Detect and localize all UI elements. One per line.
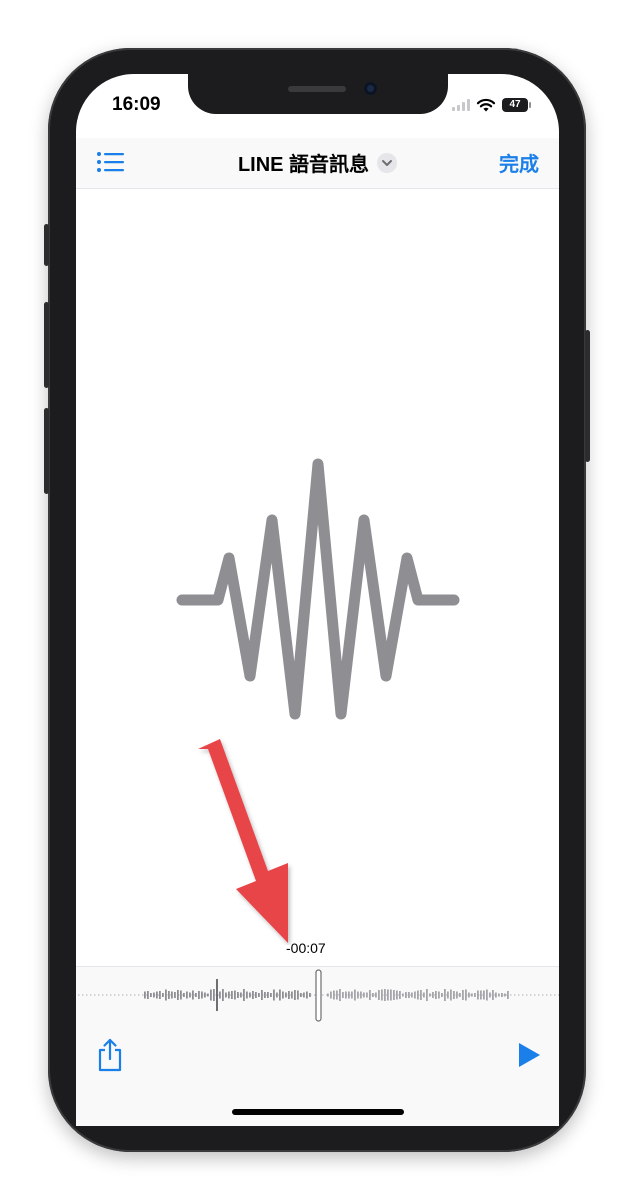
front-camera bbox=[364, 82, 377, 95]
chevron-down-icon[interactable] bbox=[377, 152, 398, 173]
recording-title: LINE 語音訊息 bbox=[237, 154, 370, 176]
silent-switch bbox=[44, 224, 49, 266]
done-button[interactable]: 完成 bbox=[499, 148, 539, 177]
earpiece-speaker bbox=[288, 86, 346, 92]
time-remaining: -00:07 bbox=[286, 940, 326, 956]
scrubber-waveform bbox=[78, 969, 559, 1022]
home-indicator bbox=[232, 1109, 404, 1115]
navigation-bar: LINE 語音訊息 完成 bbox=[76, 138, 559, 189]
annotation-arrow bbox=[198, 739, 288, 943]
play-icon[interactable] bbox=[517, 1042, 541, 1068]
waveform-icon bbox=[176, 458, 460, 720]
power-button bbox=[585, 330, 590, 462]
nav-title-group[interactable]: LINE 語音訊息 bbox=[76, 148, 559, 177]
status-icons: 47 bbox=[452, 94, 531, 116]
cellular-signal-icon bbox=[452, 99, 470, 111]
battery-icon: 47 bbox=[502, 98, 531, 112]
waveform-scrubber[interactable] bbox=[76, 966, 559, 1023]
volume-down-button bbox=[44, 408, 49, 494]
share-icon[interactable] bbox=[96, 1038, 124, 1072]
wifi-icon bbox=[476, 98, 496, 111]
status-time: 16:09 bbox=[112, 94, 161, 115]
volume-up-button bbox=[44, 302, 49, 388]
notch bbox=[188, 74, 448, 114]
screenshot-page: 16:09 47 LINE 語音訊息 完成 -00:07 bbox=[0, 0, 635, 1200]
